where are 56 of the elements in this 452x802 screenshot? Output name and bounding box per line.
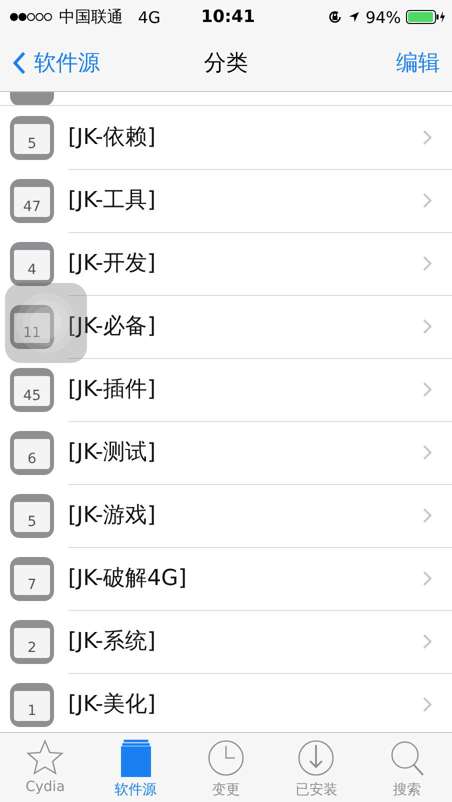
network-type: 4G: [138, 8, 161, 26]
section-name: [JK-依赖]: [68, 124, 156, 152]
section-name: [JK-工具]: [68, 187, 156, 215]
section-count: 5: [28, 134, 36, 154]
location-arrow-icon: [348, 11, 360, 23]
tab-item[interactable]: 软件源: [90, 733, 181, 802]
chevron-icon: [423, 130, 432, 144]
page-title: 分类: [204, 50, 248, 78]
chevron-icon: [423, 696, 432, 712]
section-count: 6: [28, 450, 36, 468]
section-count: 11: [23, 324, 41, 342]
section-name: [JK-必备]: [68, 313, 156, 341]
section-name: [JK-插件]: [68, 376, 156, 404]
section-row[interactable]: 4 [JK-开发]: [0, 232, 452, 295]
section-row[interactable]: 45 [JK-插件]: [0, 358, 452, 421]
edit-button[interactable]: 编辑: [396, 48, 440, 78]
section-count: 5: [28, 512, 36, 532]
section-row[interactable]: 11 [JK-必备]: [0, 295, 452, 358]
chevron-icon: [423, 508, 432, 522]
stacked-pages-icon: [120, 739, 151, 777]
section-row[interactable]: 47 [JK-工具]: [0, 169, 452, 232]
signal-icon: [10, 12, 54, 22]
section-row[interactable]: 5 [JK-依赖]: [0, 106, 452, 169]
battery-percent: 94%: [365, 8, 401, 26]
back-button[interactable]: 软件源: [12, 48, 100, 78]
clock-time: 10:41: [200, 7, 256, 27]
chevron-icon: [423, 634, 432, 648]
rotation-lock-icon: [327, 9, 344, 25]
chevron-icon: [423, 570, 432, 586]
section-row[interactable]: 2 [JK-系统]: [0, 610, 452, 673]
section-count: 7: [28, 576, 36, 594]
section-name: [JK-系统]: [68, 628, 156, 656]
carrier-name: 中国联通: [59, 6, 123, 28]
section-name: [JK-测试]: [68, 439, 156, 467]
section-name: [JK-开发]: [68, 250, 156, 278]
chevron-icon: [423, 318, 432, 334]
section-row[interactable]: 6 [JK-测试]: [0, 421, 452, 484]
section-count: 2: [28, 638, 36, 658]
clock-icon: [207, 739, 246, 777]
section-count: 45: [23, 386, 41, 406]
section-row[interactable]: 7 [JK-破解4G]: [0, 547, 452, 610]
section-name: [JK-美化]: [68, 691, 156, 719]
section-row[interactable]: 5 [JK-游戏]: [0, 484, 452, 547]
section-name: [JK-游戏]: [68, 502, 156, 530]
section-count: 1: [28, 702, 36, 720]
download-icon: [297, 739, 336, 777]
chevron-icon: [423, 382, 432, 396]
section-count: 4: [28, 260, 36, 280]
section-count: 47: [23, 198, 41, 216]
back-chevron-icon: [12, 50, 26, 74]
battery-charging-icon: [406, 10, 446, 24]
chevron-icon: [423, 192, 432, 208]
chevron-icon: [423, 256, 432, 270]
chevron-icon: [423, 444, 432, 460]
section-name: [JK-破解4G]: [68, 565, 187, 593]
star-icon: [26, 739, 64, 775]
